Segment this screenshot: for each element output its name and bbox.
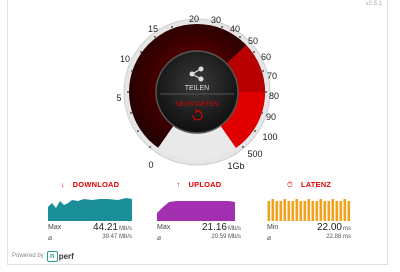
scale-label-1gb: 1Gb <box>227 161 244 171</box>
latency-bar <box>283 199 287 221</box>
latency-bar <box>323 201 327 221</box>
latency-title: LATENZ <box>300 180 332 189</box>
latency-bar <box>339 201 343 221</box>
upload-unit: Mb/s <box>227 226 241 232</box>
upload-card: ↑ UPLOAD Max 21.16Mb/s ⌀ 20.59 Mb/s <box>157 180 241 244</box>
latency-bar <box>311 201 315 221</box>
latency-bar <box>287 201 291 221</box>
latency-min-label: Min <box>267 224 279 231</box>
scale-label-10: 10 <box>120 54 130 64</box>
latency-bars <box>267 199 351 221</box>
latency-bar <box>347 201 351 221</box>
download-graph-area <box>48 198 132 221</box>
restart-label[interactable]: NEUSTARTEN <box>175 101 219 108</box>
powered-by-label: Powered by <box>12 253 44 259</box>
latency-bar <box>315 201 319 221</box>
upload-avg-value: 20.59 Mb/s <box>211 234 241 240</box>
latency-bar <box>279 201 283 221</box>
latency-bar <box>331 199 335 221</box>
scale-label-40: 40 <box>230 24 240 34</box>
latency-bar <box>335 201 339 221</box>
download-header: ↓ DOWNLOAD <box>48 180 132 192</box>
upload-header: ↑ UPLOAD <box>157 180 241 192</box>
stopwatch-icon: ⏱ <box>286 180 293 189</box>
upload-max-value: 21.16 <box>201 222 227 233</box>
scale-label-30: 30 <box>211 15 221 25</box>
download-avg-value: 39.47 Mb/s <box>102 234 132 240</box>
nperf-logo-icon: n <box>46 250 58 262</box>
upload-title: UPLOAD <box>188 180 222 189</box>
scale-label-80: 80 <box>269 91 279 101</box>
latency-avg-row: ⌀ 22.88 ms <box>267 234 351 244</box>
download-card: ↓ DOWNLOAD Max 44.21Mb/s ⌀ 39.47 Mb/s <box>48 180 132 244</box>
scale-label-60: 60 <box>261 52 271 62</box>
scale-label-500: 500 <box>247 149 262 159</box>
latency-unit: ms <box>343 226 351 232</box>
latency-min-value: 22.00 <box>316 222 342 233</box>
nperf-brand: perf <box>58 251 74 261</box>
latency-bar <box>291 201 295 221</box>
download-max-label: Max <box>48 224 62 231</box>
latency-bar <box>275 201 279 221</box>
latency-card: ⏱ LATENZ Min 22.00ms ⌀ 22.88 ms <box>267 180 351 244</box>
latency-bar <box>271 199 275 221</box>
scale-label-5: 5 <box>116 93 121 103</box>
scale-label-50: 50 <box>248 36 258 46</box>
speed-gauge: 0 5 10 15 20 30 40 50 60 70 80 90 100 50… <box>116 14 279 171</box>
arrow-down-icon: ↓ <box>60 180 65 189</box>
latency-avg-value: 22.88 ms <box>326 234 351 240</box>
latency-bar <box>295 199 299 221</box>
average-icon: ⌀ <box>48 235 53 242</box>
latency-bar <box>327 201 331 221</box>
latency-bar <box>299 201 303 221</box>
upload-avg-row: ⌀ 20.59 Mb/s <box>157 234 241 244</box>
scale-label-20: 20 <box>189 14 199 24</box>
scale-label-0: 0 <box>148 160 153 170</box>
share-label[interactable]: TEILEN <box>185 85 210 92</box>
nperf-logo[interactable]: n perf <box>46 250 74 262</box>
download-max-value: 44.21 <box>92 222 118 233</box>
arrow-up-icon: ↑ <box>176 180 181 189</box>
download-avg-row: ⌀ 39.47 Mb/s <box>48 234 132 244</box>
average-icon: ⌀ <box>267 235 272 242</box>
scale-label-70: 70 <box>267 71 277 81</box>
download-unit: Mb/s <box>118 226 132 232</box>
latency-bar <box>307 199 311 221</box>
latency-bar <box>343 199 347 221</box>
latency-header: ⏱ LATENZ <box>267 180 351 192</box>
latency-bar <box>319 199 323 221</box>
average-icon: ⌀ <box>157 235 162 242</box>
upload-max-label: Max <box>157 224 171 231</box>
latency-bar <box>267 201 271 221</box>
latency-graph <box>267 199 351 221</box>
latency-bar <box>303 201 307 221</box>
scale-label-100: 100 <box>262 132 277 142</box>
scale-label-15: 15 <box>148 24 158 34</box>
gauge-center-button[interactable] <box>155 50 239 134</box>
upload-graph-area <box>157 201 235 221</box>
download-graph <box>48 198 132 221</box>
footer: Powered by n perf <box>12 250 74 262</box>
upload-graph <box>157 201 235 221</box>
scale-label-90: 90 <box>266 112 276 122</box>
download-title: DOWNLOAD <box>72 180 120 189</box>
